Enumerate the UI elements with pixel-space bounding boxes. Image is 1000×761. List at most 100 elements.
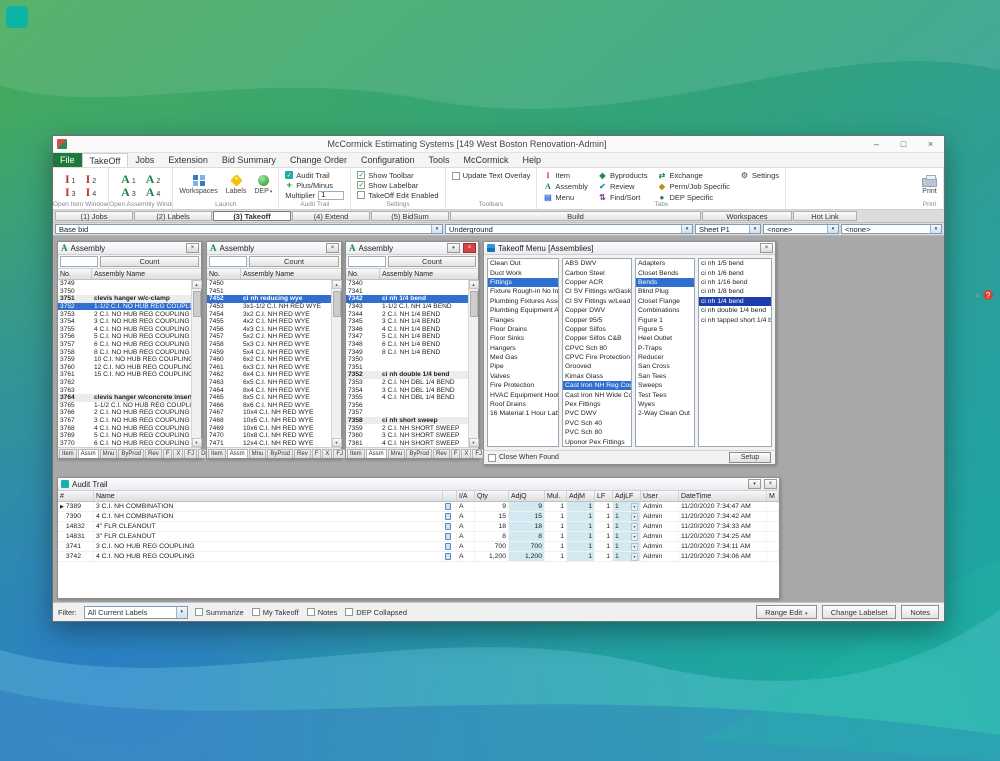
assembly-row[interactable]: 7464 8x4 C.I. NH RED WYE bbox=[207, 386, 331, 394]
open-item-window-button[interactable]: I 2 bbox=[86, 173, 97, 185]
workflow-tab[interactable]: (1) Jobs bbox=[55, 211, 133, 221]
panel-tab[interactable]: Rev bbox=[433, 449, 450, 458]
panel-tab[interactable]: ByProd bbox=[118, 449, 144, 458]
col-name-header[interactable]: Assembly Name bbox=[380, 269, 478, 279]
assembly-row[interactable]: 7465 8x5 C.I. NH RED WYE bbox=[207, 394, 331, 402]
assembly-row[interactable]: 7451 bbox=[207, 288, 331, 296]
cell-adjm[interactable]: 1 bbox=[567, 552, 595, 561]
labels-button[interactable]: Labels bbox=[226, 175, 247, 195]
panel-tab[interactable]: X bbox=[173, 449, 183, 458]
menu-item[interactable]: Bid Summary bbox=[215, 153, 283, 167]
takeoff-menu-item[interactable]: Plumbing Equipment Asse... bbox=[488, 306, 558, 315]
col-no-header[interactable]: No. bbox=[207, 269, 241, 279]
assembly-row[interactable]: 7347 5 C.I. NH 1/4 BEND bbox=[346, 333, 468, 341]
audit-row[interactable]: 7389 3 C.I. NH COMBINATION A 9 9 1 1 1 1… bbox=[58, 502, 779, 512]
takeoff-menu-item[interactable]: Copper Silfos C&B bbox=[563, 334, 631, 343]
scroll-up-icon[interactable] bbox=[332, 280, 342, 289]
panel-close-button[interactable] bbox=[760, 243, 773, 253]
filter-checkbox[interactable]: DEP Collapsed bbox=[345, 608, 407, 617]
assembly-row[interactable]: 7344 2 C.I. NH 1/4 BEND bbox=[346, 310, 468, 318]
tab-toggle[interactable]: ◆ Perm/Job Specific bbox=[657, 181, 729, 192]
chevron-down-icon[interactable] bbox=[749, 225, 760, 233]
panel-tab[interactable]: Assm bbox=[227, 449, 248, 458]
col-name-header[interactable]: Assembly Name bbox=[241, 269, 341, 279]
cell-adjq[interactable]: 15 bbox=[509, 512, 545, 521]
filter-checkbox[interactable]: Summarize bbox=[195, 608, 244, 617]
assembly-row[interactable]: 7452 ci nh reducing wye bbox=[207, 295, 331, 303]
takeoff-menu-item[interactable]: Copper 95/5 bbox=[563, 315, 631, 324]
panel-close-button[interactable] bbox=[463, 243, 476, 253]
panel-tab[interactable]: X bbox=[322, 449, 332, 458]
tab-toggle[interactable]: ⇄ Exchange bbox=[657, 170, 729, 181]
assembly-row[interactable]: 7458 5x3 C.I. NH RED WYE bbox=[207, 341, 331, 349]
chevron-down-icon[interactable] bbox=[681, 225, 692, 233]
takeoff-menu-item[interactable]: Valves bbox=[488, 372, 558, 381]
takeoff-menu-item[interactable]: Fire Protection bbox=[488, 381, 558, 390]
takeoff-menu-item[interactable]: San Tees bbox=[636, 372, 694, 381]
assembly-row[interactable]: 7351 bbox=[346, 364, 468, 372]
audit-column-header[interactable] bbox=[443, 491, 457, 501]
takeoff-menu-item[interactable]: Cast Iron NH Wide Coup bbox=[563, 390, 631, 399]
assembly-row[interactable]: 3760 12 C.I. NO HUB REG COUPLING bbox=[58, 364, 191, 372]
toolbars-checkbox[interactable]: Update Text Overlay bbox=[452, 170, 531, 181]
audit-row[interactable]: 7390 4 C.I. NH COMBINATION A 15 15 1 1 1… bbox=[58, 512, 779, 522]
panel-tab[interactable]: Assm bbox=[78, 449, 99, 458]
assembly-row[interactable]: 7346 4 C.I. NH 1/4 BEND bbox=[346, 326, 468, 334]
takeoff-menu-item[interactable]: Figure 1 bbox=[636, 315, 694, 324]
assembly-row[interactable]: 7453 3x1-1/2 C.I. NH RED WYE bbox=[207, 303, 331, 311]
cell-icon[interactable] bbox=[443, 502, 457, 511]
chevron-down-icon[interactable] bbox=[930, 225, 941, 233]
assembly-row[interactable]: 3768 4 C.I. NO HUB REG COUPLING bbox=[58, 424, 191, 432]
takeoff-menu-item[interactable]: Sweeps bbox=[636, 381, 694, 390]
range-edit-button[interactable]: Range Edit bbox=[756, 605, 817, 619]
assembly-row[interactable]: 7450 bbox=[207, 280, 331, 288]
audit-column-header[interactable]: # bbox=[58, 491, 94, 501]
settings-checkbox[interactable]: Show Toolbar bbox=[357, 170, 438, 180]
open-assembly-window-button[interactable]: A 4 bbox=[146, 186, 161, 198]
takeoff-menu-item[interactable]: PVC Sch 80 bbox=[563, 428, 631, 437]
panel-tab[interactable]: Assm bbox=[366, 449, 387, 458]
open-assembly-window-button[interactable]: A 3 bbox=[121, 186, 136, 198]
assembly-row[interactable]: 7348 6 C.I. NH 1/4 BEND bbox=[346, 341, 468, 349]
assembly-row[interactable]: 3758 8 C.I. NO HUB REG COUPLING bbox=[58, 348, 191, 356]
dropdown-icon[interactable] bbox=[631, 533, 638, 541]
assembly-row[interactable]: 3755 4 C.I. NO HUB REG COUPLING bbox=[58, 326, 191, 334]
audit-column-header[interactable]: Mul. bbox=[545, 491, 567, 501]
takeoff-menu-item[interactable]: Heel Outlet bbox=[636, 334, 694, 343]
takeoff-menu-item[interactable]: PVC DWV bbox=[563, 409, 631, 418]
scroll-down-icon[interactable] bbox=[332, 438, 342, 447]
assembly-row[interactable]: 7341 bbox=[346, 288, 468, 296]
dropdown-icon[interactable] bbox=[631, 553, 638, 561]
title-bar[interactable]: McCormick Estimating Systems [149 West B… bbox=[53, 136, 944, 153]
audit-column-header[interactable]: AdjQ bbox=[509, 491, 545, 501]
takeoff-menu-item[interactable]: PVC Sch 40 bbox=[563, 419, 631, 428]
assembly-row[interactable]: 3751 clevis hanger w/c-clamp bbox=[58, 295, 191, 303]
audit-row[interactable]: 14832 4" FLR CLEANOUT A 18 18 1 1 1 1 Ad… bbox=[58, 522, 779, 532]
count-button[interactable]: Count bbox=[100, 256, 199, 267]
open-assembly-window-button[interactable]: A 1 bbox=[121, 173, 136, 185]
takeoff-menu-item[interactable]: San Cross bbox=[636, 362, 694, 371]
change-labelset-button[interactable]: Change Labelset bbox=[822, 605, 897, 619]
panel-tab[interactable]: Mnu bbox=[100, 449, 118, 458]
cell-icon[interactable] bbox=[443, 522, 457, 531]
takeoff-menu-item[interactable]: ci nh 1/8 bend bbox=[699, 287, 771, 296]
panel-pin-button[interactable] bbox=[748, 479, 761, 489]
takeoff-menu-item[interactable]: ci nh 1/5 bend bbox=[699, 259, 771, 268]
menu-item[interactable]: Jobs bbox=[128, 153, 161, 167]
audit-column-header[interactable]: User bbox=[641, 491, 679, 501]
assembly-row[interactable]: 7454 3x2 C.I. NH RED WYE bbox=[207, 310, 331, 318]
cell-adjm[interactable]: 1 bbox=[567, 522, 595, 531]
cell-adjm[interactable]: 1 bbox=[567, 532, 595, 541]
col-no-header[interactable]: No. bbox=[346, 269, 380, 279]
takeoff-menu-item[interactable]: CI SV Fittings w/Lead bbox=[563, 297, 631, 306]
assembly-row[interactable]: 3750 bbox=[58, 288, 191, 296]
panel-tab[interactable]: FJ bbox=[184, 449, 197, 458]
assembly-row[interactable]: 7343 1-1/2 C.I. NH 1/4 BEND bbox=[346, 303, 468, 311]
menu-item[interactable]: Change Order bbox=[283, 153, 354, 167]
minimize-button[interactable]: – bbox=[863, 136, 890, 152]
tab-toggle[interactable]: A Assembly bbox=[543, 181, 588, 192]
assembly-row[interactable]: 3757 6 C.I. NO HUB REG COUPLING bbox=[58, 341, 191, 349]
tab-toggle[interactable]: ✔ Review bbox=[598, 181, 648, 192]
cell-adjq[interactable]: 18 bbox=[509, 522, 545, 531]
assembly-row[interactable]: 3764 clevis hanger w/concrete insert bbox=[58, 394, 191, 402]
